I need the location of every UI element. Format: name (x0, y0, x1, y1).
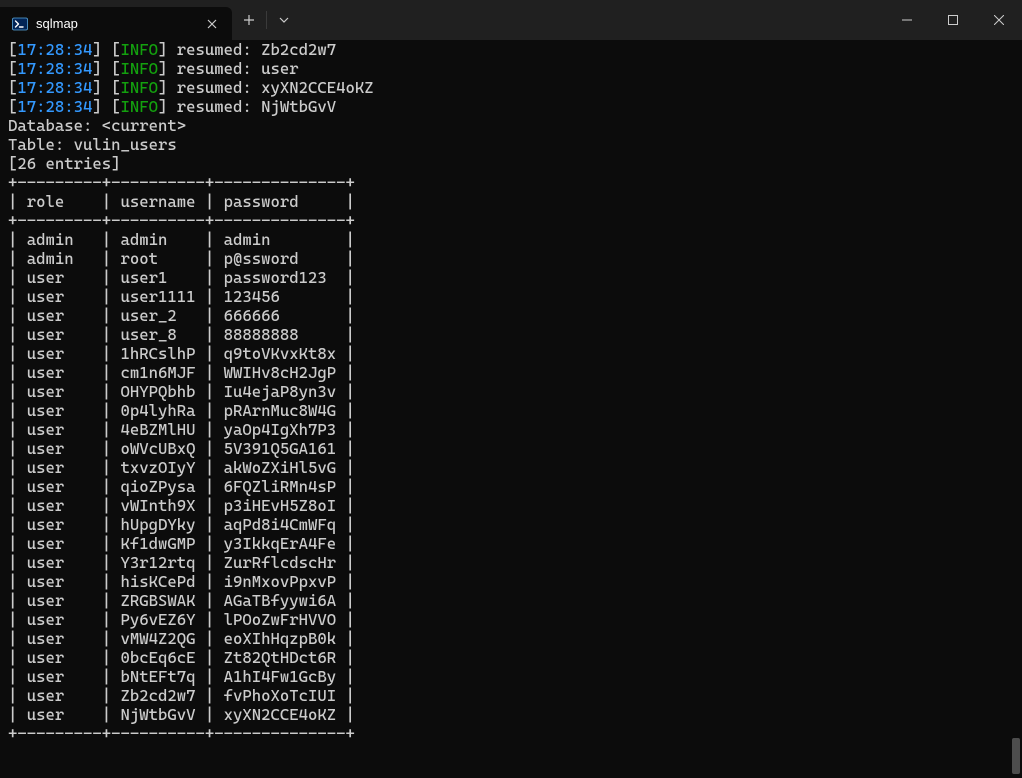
log-line: [17:28:34] [INFO] resumed: user (8, 59, 1014, 78)
table-row: | user | user1111 | 123456 | (8, 287, 1014, 306)
table-row: | user | txvzOIyY | akWoZXiHl5vG | (8, 458, 1014, 477)
tab-sqlmap[interactable]: sqlmap (0, 7, 232, 40)
table-row: | user | NjWtbGvV | xyXN2CCE4oKZ | (8, 705, 1014, 724)
table-row: | admin | root | p@ssword | (8, 249, 1014, 268)
table-line: Table: vulin_users (8, 135, 1014, 154)
tab-title: sqlmap (36, 14, 196, 33)
table-row: | user | user_8 | 88888888 | (8, 325, 1014, 344)
table-row: | user | hUpgDYky | aqPd8i4CmWFq | (8, 515, 1014, 534)
table-row: | user | user1 | password123 | (8, 268, 1014, 287)
table-row: | user | user_2 | 666666 | (8, 306, 1014, 325)
table-row: | user | vWInth9X | p3iHEvH5Z8oI | (8, 496, 1014, 515)
titlebar-drag-area[interactable] (301, 0, 884, 40)
minimize-button[interactable] (884, 0, 930, 40)
table-border: +---------+----------+--------------+ (8, 173, 1014, 192)
scrollbar[interactable] (1008, 40, 1022, 778)
table-row: | user | 4eBZMlHU | yaOp4IgXh7P3 | (8, 420, 1014, 439)
database-line: Database: <current> (8, 116, 1014, 135)
table-row: | user | vMW4Z2QG | eoXIhHqzpB0k | (8, 629, 1014, 648)
table-row: | user | bNtEFt7q | A1hI4Fw1GcBy | (8, 667, 1014, 686)
log-line: [17:28:34] [INFO] resumed: xyXN2CCE4oKZ (8, 78, 1014, 97)
maximize-button[interactable] (930, 0, 976, 40)
table-border: +---------+----------+--------------+ (8, 211, 1014, 230)
table-row: | user | qioZPysa | 6FQZliRMn4sP | (8, 477, 1014, 496)
titlebar: sqlmap (0, 0, 1022, 40)
table-row: | user | oWVcUBxQ | 5V391Q5GA161 | (8, 439, 1014, 458)
table-row: | user | Y3r12rtq | ZurRflcdscHr | (8, 553, 1014, 572)
close-tab-button[interactable] (204, 16, 220, 32)
new-tab-button[interactable] (232, 0, 266, 40)
table-row: | user | OHYPQbhb | Iu4ejaP8yn3v | (8, 382, 1014, 401)
terminal-output[interactable]: [17:28:34] [INFO] resumed: Zb2cd2w7[17:2… (0, 40, 1022, 778)
table-row: | user | hisKCePd | i9nMxovPpxvP | (8, 572, 1014, 591)
powershell-icon (12, 16, 28, 32)
table-row: | user | Zb2cd2w7 | fvPhoXoTcIUI | (8, 686, 1014, 705)
table-row: | user | ZRGBSWAK | AGaTBfyywi6A | (8, 591, 1014, 610)
table-header: | role | username | password | (8, 192, 1014, 211)
table-row: | user | 1hRCslhP | q9toVKvxKt8x | (8, 344, 1014, 363)
table-border: +---------+----------+--------------+ (8, 724, 1014, 743)
table-row: | user | Py6vEZ6Y | lPOoZwFrHVVO | (8, 610, 1014, 629)
close-window-button[interactable] (976, 0, 1022, 40)
table-row: | user | cm1n6MJF | WWIHv8cH2JgP | (8, 363, 1014, 382)
scroll-thumb[interactable] (1012, 738, 1020, 774)
entries-line: [26 entries] (8, 154, 1014, 173)
table-row: | user | Kf1dwGMP | y3IkkqErA4Fe | (8, 534, 1014, 553)
log-line: [17:28:34] [INFO] resumed: NjWtbGvV (8, 97, 1014, 116)
table-row: | admin | admin | admin | (8, 230, 1014, 249)
tab-dropdown-button[interactable] (267, 0, 301, 40)
log-line: [17:28:34] [INFO] resumed: Zb2cd2w7 (8, 40, 1014, 59)
table-row: | user | 0bcEq6cE | Zt82QtHDct6R | (8, 648, 1014, 667)
table-row: | user | 0p4lyhRa | pRArnMuc8W4G | (8, 401, 1014, 420)
